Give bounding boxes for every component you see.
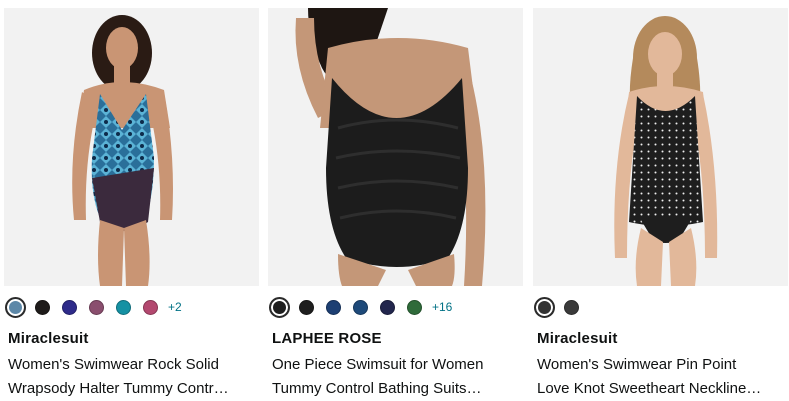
product-title-line[interactable]: Love Knot Sweetheart Neckline…: [537, 377, 781, 401]
product-image[interactable]: [268, 8, 523, 286]
product-card[interactable]: +16 LAPHEE ROSE One Piece Swimsuit for W…: [268, 0, 523, 400]
color-swatch[interactable]: [5, 296, 26, 318]
product-image[interactable]: [4, 8, 259, 286]
more-colors-link[interactable]: +2: [168, 300, 182, 314]
product-title-line[interactable]: Tummy Control Bathing Suits…: [272, 377, 516, 401]
color-swatch[interactable]: [116, 299, 131, 315]
color-swatch[interactable]: [35, 299, 50, 315]
color-swatches: [534, 296, 591, 318]
color-swatch[interactable]: [407, 299, 422, 315]
product-title[interactable]: Women's Swimwear Rock Solid Wrapsody Hal…: [8, 353, 252, 401]
product-brand: Miraclesuit: [537, 330, 618, 347]
product-card[interactable]: +2 Miraclesuit Women's Swimwear Rock Sol…: [4, 0, 259, 400]
product-photo-black-swimsuit: [268, 8, 523, 286]
product-title[interactable]: Women's Swimwear Pin Point Love Knot Swe…: [537, 353, 781, 401]
color-swatch[interactable]: [380, 299, 395, 315]
more-colors-link[interactable]: +16: [432, 300, 452, 314]
product-grid: +2 Miraclesuit Women's Swimwear Rock Sol…: [0, 0, 789, 400]
product-title-line[interactable]: Women's Swimwear Rock Solid: [8, 353, 252, 377]
product-title-line[interactable]: One Piece Swimsuit for Women: [272, 353, 516, 377]
color-swatches: +2: [5, 296, 182, 318]
product-photo-polka-dot-tankini: [533, 8, 788, 286]
color-swatch[interactable]: [299, 299, 314, 315]
product-brand: LAPHEE ROSE: [272, 330, 382, 347]
product-title[interactable]: One Piece Swimsuit for Women Tummy Contr…: [272, 353, 516, 401]
color-swatch[interactable]: [269, 296, 290, 318]
color-swatch[interactable]: [89, 299, 104, 315]
color-swatch[interactable]: [326, 299, 341, 315]
color-swatch[interactable]: [62, 299, 77, 315]
product-image[interactable]: [533, 8, 788, 286]
product-title-line[interactable]: Women's Swimwear Pin Point: [537, 353, 781, 377]
color-swatch[interactable]: [143, 299, 158, 315]
color-swatch[interactable]: [564, 299, 579, 315]
product-brand: Miraclesuit: [8, 330, 89, 347]
product-title-line[interactable]: Wrapsody Halter Tummy Contr…: [8, 377, 252, 401]
color-swatch[interactable]: [353, 299, 368, 315]
product-card[interactable]: Miraclesuit Women's Swimwear Pin Point L…: [533, 0, 788, 400]
color-swatches: +16: [269, 296, 452, 318]
product-photo-blue-swimsuit: [4, 8, 259, 286]
color-swatch[interactable]: [534, 296, 555, 318]
